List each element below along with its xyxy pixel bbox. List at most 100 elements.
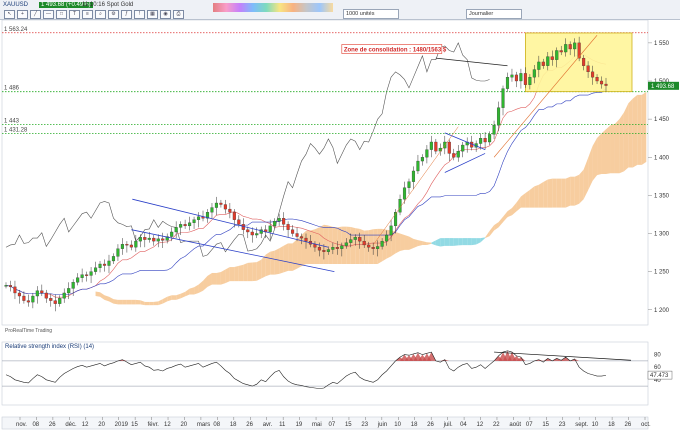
x-tick-label: 23	[559, 422, 566, 428]
candle	[402, 187, 407, 200]
x-tick-label: déc.	[65, 422, 77, 428]
candle	[532, 69, 536, 78]
ichimoku-cloud-segment	[220, 269, 226, 285]
candle	[291, 229, 295, 234]
candle	[376, 246, 380, 249]
candle	[49, 298, 53, 301]
x-tick-label: 11	[279, 422, 286, 428]
candle	[586, 65, 590, 72]
candle	[398, 199, 402, 213]
level-label: 1 431.28	[4, 127, 28, 133]
candle	[514, 74, 518, 82]
x-tick-label: 08	[32, 422, 39, 428]
candle	[313, 244, 317, 248]
x-tick-label: févr.	[148, 422, 160, 428]
candle	[58, 298, 62, 304]
ichimoku-cloud-segment	[135, 299, 141, 305]
ichimoku-cloud-segment	[328, 225, 333, 264]
rect-tool-icon[interactable]: □	[56, 10, 67, 19]
y-tick-label: 1 450	[654, 117, 670, 123]
x-tick-label: oct.	[641, 422, 651, 428]
candle	[353, 237, 357, 240]
x-tick-label: 15	[131, 422, 138, 428]
candle	[232, 211, 236, 220]
candle	[111, 256, 116, 262]
zoom-icon[interactable]: ⌕	[95, 10, 106, 19]
candle	[380, 240, 384, 247]
camera-icon[interactable]: ◉	[160, 10, 171, 19]
candle	[26, 300, 30, 303]
candle	[179, 224, 183, 228]
candle	[44, 292, 48, 299]
candle	[591, 71, 595, 78]
x-tick-label: 07	[329, 422, 336, 428]
alert-icon[interactable]: !	[134, 10, 145, 19]
candle	[196, 216, 201, 220]
ichimoku-cloud-segment	[216, 272, 221, 285]
ichimoku-cloud-segment	[144, 301, 150, 306]
candle	[268, 225, 272, 233]
ichimoku-cloud-segment	[113, 299, 118, 305]
print-icon[interactable]: ⎙	[173, 10, 184, 19]
rsi-title: Relative strength index (RSI) (14)	[5, 344, 94, 350]
ichimoku-cloud-segment	[265, 251, 271, 277]
hline-tool-icon[interactable]: —	[43, 10, 54, 19]
period-select[interactable]: 1000 unités	[343, 9, 399, 19]
ichimoku-cloud-segment	[153, 301, 159, 306]
settings-icon[interactable]: ⚙	[108, 10, 119, 19]
candle	[286, 224, 290, 230]
instrument-title: XAUUSD	[3, 2, 29, 8]
candle	[326, 249, 330, 252]
candle	[143, 237, 147, 240]
crosshair-icon[interactable]: +	[17, 10, 28, 19]
x-tick-label: 07	[526, 422, 533, 428]
candle	[250, 231, 254, 236]
text-tool-icon[interactable]: T	[69, 10, 80, 19]
candle	[335, 247, 339, 249]
ichimoku-cloud-segment	[171, 295, 177, 300]
candle	[277, 218, 281, 222]
x-tick-label: mars	[197, 422, 210, 428]
rsi-tick-label: 80	[654, 353, 661, 359]
candle	[174, 227, 178, 233]
ichimoku-cloud-segment	[238, 264, 244, 282]
ichimoku-cloud-segment	[561, 178, 566, 208]
candle	[389, 225, 393, 236]
x-tick-label: 18	[411, 422, 418, 428]
cursor-icon[interactable]: ↖	[4, 10, 15, 19]
candle	[62, 292, 66, 299]
ichimoku-cloud-segment	[529, 186, 535, 208]
ichimoku-cloud-segment	[279, 245, 284, 274]
x-tick-label: août	[509, 422, 521, 428]
candle	[107, 260, 111, 266]
y-tick-label: 1 300	[654, 232, 670, 238]
x-tick-label: 10	[592, 422, 599, 428]
candle	[80, 274, 84, 278]
candle	[228, 208, 232, 213]
indicator-icon[interactable]: ƒ	[121, 10, 132, 19]
ichimoku-cloud-segment	[306, 230, 311, 264]
toolbar: XAUUSD 1 493.68 (+0.49%) 11:10:16 Spot G…	[0, 0, 680, 20]
line-tool-icon[interactable]: ╱	[30, 10, 41, 19]
candle	[429, 141, 433, 150]
grid-icon[interactable]: ▦	[147, 10, 158, 19]
color-palette[interactable]	[213, 3, 333, 12]
x-tick-label: juil.	[443, 422, 453, 428]
candle	[461, 144, 465, 152]
ichimoku-cloud-segment	[614, 119, 620, 174]
ichimoku-cloud-segment	[606, 125, 611, 175]
ichimoku-cloud-segment	[283, 243, 289, 273]
x-tick-label: 10	[394, 422, 401, 428]
candle	[156, 238, 160, 242]
last-price-label: 1 493.68	[651, 84, 675, 90]
candle	[537, 61, 541, 70]
ichimoku-cloud-segment	[556, 178, 562, 208]
interval-select[interactable]: Journalier	[466, 9, 522, 19]
x-tick-label: 22	[493, 422, 500, 428]
x-tick-label: 26	[246, 422, 253, 428]
fib-tool-icon[interactable]: ≡	[82, 10, 93, 19]
x-tick-label: 08	[213, 422, 220, 428]
y-tick-label: 1 400	[654, 155, 670, 161]
candle	[434, 141, 438, 152]
candle	[599, 80, 604, 85]
